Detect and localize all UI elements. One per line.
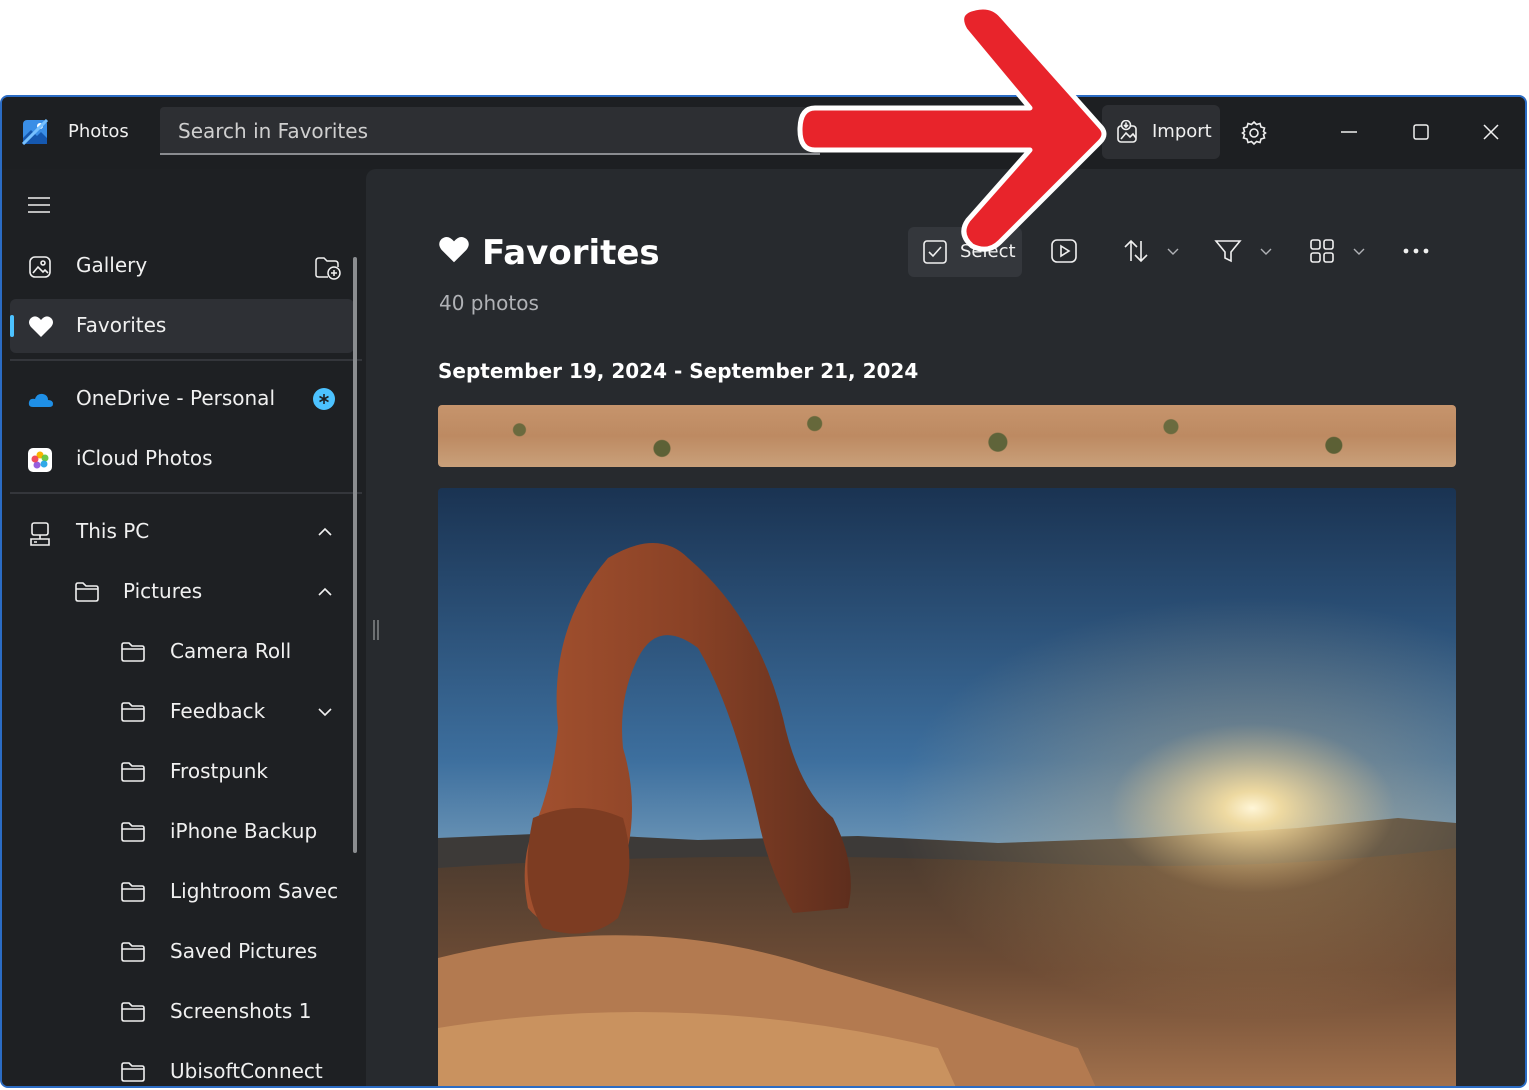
sidebar-item-label: UbisoftConnect <box>170 1059 323 1083</box>
folder-icon <box>121 762 145 782</box>
maximize-icon[interactable] <box>1408 119 1434 145</box>
minimize-icon[interactable] <box>1336 119 1362 145</box>
sidebar-item-saved-pictures[interactable]: Saved Pictures <box>10 925 354 979</box>
photos-app-icon <box>22 119 48 145</box>
checkbox-icon <box>923 240 947 264</box>
heart-icon <box>439 236 469 263</box>
settings-gear-icon[interactable] <box>1240 119 1268 147</box>
computer-icon <box>30 522 50 546</box>
chevron-down-icon[interactable] <box>1352 244 1366 258</box>
filter-icon[interactable] <box>1214 237 1242 265</box>
photo-thumbnail-desert[interactable] <box>438 405 1456 467</box>
select-label: Select <box>960 241 1016 262</box>
select-button[interactable]: Select <box>908 227 1022 277</box>
chevron-up-icon[interactable] <box>316 583 334 601</box>
sync-status-icon <box>313 388 335 410</box>
sidebar-item-label: This PC <box>76 519 150 543</box>
chevron-down-icon[interactable] <box>1166 244 1180 258</box>
sidebar-item-lightroom[interactable]: Lightroom Savec <box>10 865 354 919</box>
sidebar-item-label: Favorites <box>76 313 167 337</box>
sidebar-item-label: Lightroom Savec <box>170 879 339 903</box>
sidebar-item-label: iPhone Backup <box>170 819 318 843</box>
folder-icon <box>121 822 145 842</box>
hamburger-menu-icon[interactable] <box>26 195 52 215</box>
import-button[interactable]: Import <box>1102 105 1220 159</box>
heart-icon <box>29 316 53 337</box>
import-icon <box>1117 120 1137 143</box>
import-label: Import <box>1152 121 1212 142</box>
gallery-icon <box>29 256 51 278</box>
folder-icon <box>121 1002 145 1022</box>
add-folder-icon[interactable] <box>314 255 342 281</box>
sidebar-item-screenshots[interactable]: Screenshots 1 <box>10 985 354 1039</box>
sidebar-item-label: Screenshots 1 <box>170 999 312 1023</box>
sidebar-item-camera-roll[interactable]: Camera Roll <box>10 625 354 679</box>
photo-thumbnail-delicate-arch[interactable] <box>438 488 1456 1086</box>
sidebar-item-feedback[interactable]: Feedback <box>10 685 354 739</box>
app-title: Photos <box>68 121 129 142</box>
slideshow-icon[interactable] <box>1050 237 1078 265</box>
folder-icon <box>121 1062 145 1082</box>
folder-icon <box>121 942 145 962</box>
date-range-header: September 19, 2024 - September 21, 2024 <box>438 359 919 383</box>
sidebar-item-pictures[interactable]: Pictures <box>10 565 354 619</box>
pane-splitter-handle[interactable] <box>370 619 382 641</box>
sidebar-item-label: OneDrive - Personal <box>76 386 275 410</box>
sidebar-item-label: Frostpunk <box>170 759 268 783</box>
arch-photo-image <box>438 488 1456 1086</box>
chevron-up-icon[interactable] <box>316 523 334 541</box>
sidebar-item-this-pc[interactable]: This PC <box>10 505 354 559</box>
navigation-sidebar: Gallery Favorites OneDrive - Personal iC <box>2 169 364 1086</box>
sidebar-item-favorites[interactable]: Favorites <box>10 299 354 353</box>
search-box[interactable]: Search in Favorites <box>160 107 820 155</box>
photos-window: Photos Search in Favorites Import Galler… <box>0 95 1527 1088</box>
sidebar-item-iphone-backup[interactable]: iPhone Backup <box>10 805 354 859</box>
sidebar-item-label: Feedback <box>170 699 266 723</box>
sidebar-scrollbar[interactable] <box>353 257 357 853</box>
chevron-down-icon[interactable] <box>1259 244 1273 258</box>
onedrive-cloud-icon <box>28 393 53 407</box>
page-title: Favorites <box>482 233 660 273</box>
folder-icon <box>121 642 145 662</box>
sidebar-divider <box>10 359 362 361</box>
search-input[interactable]: Search in Favorites <box>178 119 368 143</box>
close-icon[interactable] <box>1478 119 1504 145</box>
sidebar-item-frostpunk[interactable]: Frostpunk <box>10 745 354 799</box>
view-layout-icon[interactable] <box>1308 237 1336 265</box>
sidebar-item-icloud[interactable]: iCloud Photos <box>10 432 354 486</box>
sidebar-item-label: Camera Roll <box>170 639 292 663</box>
title-bar: Photos Search in Favorites Import <box>2 97 1525 169</box>
folder-icon <box>121 702 145 722</box>
photo-count: 40 photos <box>439 291 539 315</box>
sidebar-item-ubisoftconnect[interactable]: UbisoftConnect <box>10 1045 354 1086</box>
sidebar-item-label: Pictures <box>123 579 203 603</box>
sidebar-item-label: iCloud Photos <box>76 446 213 470</box>
folder-icon <box>121 882 145 902</box>
folder-icon <box>75 582 99 602</box>
sidebar-item-label: Saved Pictures <box>170 939 318 963</box>
sidebar-divider <box>10 492 362 494</box>
sidebar-item-label: Gallery <box>76 253 148 277</box>
sidebar-item-gallery[interactable]: Gallery <box>10 239 354 293</box>
more-options-icon[interactable] <box>1402 237 1430 265</box>
sort-icon[interactable] <box>1122 237 1150 265</box>
selection-indicator <box>10 315 14 337</box>
chevron-down-icon[interactable] <box>316 703 334 721</box>
icloud-photos-icon <box>28 448 52 472</box>
sidebar-item-onedrive[interactable]: OneDrive - Personal <box>10 372 354 426</box>
